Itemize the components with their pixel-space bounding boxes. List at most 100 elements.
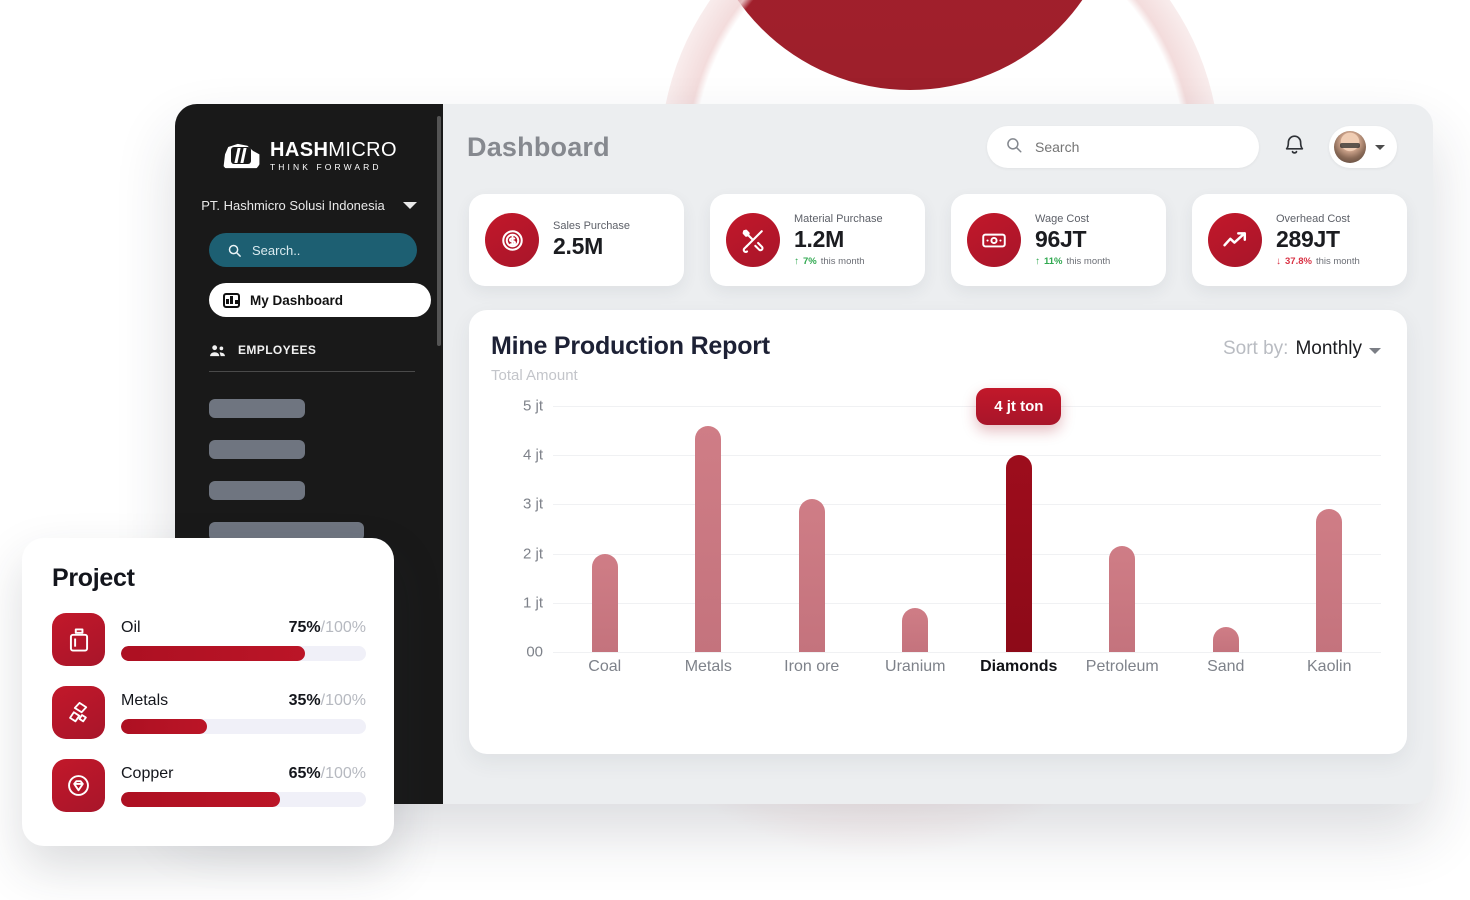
y-axis-tick: 3 jt — [522, 495, 543, 513]
project-row[interactable]: Metals 35%/100% — [52, 686, 366, 739]
chart-subtitle: Total Amount — [491, 367, 578, 384]
chart-bar-slot[interactable] — [1077, 406, 1167, 652]
chart-tooltip: 4 jt ton — [976, 388, 1062, 426]
kpi-delta-percent: 7% — [803, 256, 817, 267]
gridline — [553, 652, 1381, 653]
kpi-card-row: Sales Purchase 2.5M Material Purchase 1.… — [443, 194, 1433, 286]
chart-bar-slot[interactable] — [560, 406, 650, 652]
chart-bar[interactable] — [695, 425, 722, 652]
logo-wordmark: HASHMICRO — [270, 140, 397, 160]
kpi-label: Overhead Cost — [1276, 213, 1350, 225]
avatar — [1334, 131, 1366, 163]
search-icon — [227, 243, 242, 258]
global-search[interactable] — [987, 126, 1259, 168]
sidebar-scrollbar[interactable] — [437, 116, 441, 346]
x-axis-labels: Coal Metals Iron ore Uranium Diamonds Petrole… — [553, 658, 1381, 676]
kpi-value: 2.5M — [553, 233, 603, 259]
project-name: Copper — [121, 764, 174, 782]
kpi-card[interactable]: Overhead Cost 289JT ↓ 37.8% this month — [1192, 194, 1407, 286]
chart-plot-area: 5 jt 4 jt 3 jt 2 jt 1 jt 00 Coal Metals Iron or… — [491, 388, 1381, 740]
x-axis-label: Sand — [1207, 658, 1245, 675]
kpi-label: Material Purchase — [794, 213, 883, 225]
project-card: Project Oil 75%/100% Metals 35%/100% Cop… — [22, 538, 394, 846]
x-axis-label: Iron ore — [784, 658, 840, 675]
chart-title: Mine Production Report — [491, 332, 770, 360]
sidebar-section-label: EMPLOYEES — [238, 343, 317, 357]
company-selector[interactable]: PT. Hashmicro Solusi Indonesia — [175, 198, 443, 213]
y-axis: 5 jt 4 jt 3 jt 2 jt 1 jt 00 — [491, 398, 549, 661]
kpi-card[interactable]: Sales Purchase 2.5M — [469, 194, 684, 286]
dashboard-icon — [223, 292, 240, 308]
top-bar: Dashboard — [443, 104, 1433, 190]
kpi-delta-percent: 37.8% — [1285, 256, 1312, 267]
chart-bar-slot[interactable] — [767, 406, 857, 652]
kpi-delta-suffix: this month — [1066, 256, 1111, 267]
sidebar-item-label: My Dashboard — [250, 292, 344, 308]
logo-name-bold: HASH — [270, 139, 329, 162]
metal-bars-icon — [52, 686, 105, 739]
project-row[interactable]: Oil 75%/100% — [52, 613, 366, 666]
main-content: Dashboard Search Sales Purchase 2.5M Mat… — [443, 104, 1433, 804]
kpi-delta-suffix: this month — [1315, 256, 1360, 267]
kpi-card[interactable]: Material Purchase 1.2M ↑ 7% this month — [710, 194, 925, 286]
chart-bar[interactable] — [1212, 627, 1239, 652]
chevron-down-icon — [402, 202, 417, 209]
chart-bar[interactable] — [798, 499, 825, 652]
x-axis-label: Uranium — [885, 658, 946, 675]
chart-bar[interactable] — [1109, 546, 1136, 652]
chart-bar[interactable] — [1005, 455, 1032, 652]
project-progress-fill — [121, 645, 305, 661]
project-progress-track — [121, 718, 366, 734]
search-input[interactable] — [1035, 139, 1225, 155]
chart-bar-slot[interactable] — [1181, 406, 1271, 652]
chart-bar[interactable] — [1316, 509, 1343, 652]
company-name: PT. Hashmicro Solusi Indonesia — [201, 198, 385, 213]
trend-up-icon — [1208, 213, 1262, 267]
x-axis-label: Metals — [684, 658, 732, 675]
kpi-delta: ↑ 11% this month — [1035, 256, 1110, 267]
arrow-down-icon: ↓ — [1276, 256, 1281, 267]
y-axis-tick: 00 — [526, 643, 543, 661]
chart-bar-slot[interactable] — [870, 406, 960, 652]
sort-by-dropdown[interactable]: Sort by: Monthly — [1223, 332, 1381, 360]
logo-tagline: THINK FORWARD — [270, 162, 382, 173]
project-row[interactable]: Copper 65%/100% — [52, 759, 366, 812]
y-axis-tick: 5 jt — [522, 397, 543, 415]
hashmicro-logo-icon — [221, 140, 261, 172]
decorative-circle-top — [700, 0, 1120, 90]
bell-icon — [1284, 133, 1305, 161]
kpi-value: 96JT — [1035, 226, 1087, 252]
sidebar-item-my-dashboard[interactable]: My Dashboard — [209, 283, 431, 317]
chart-bar-slot[interactable] — [663, 406, 753, 652]
kpi-delta: ↓ 37.8% this month — [1276, 256, 1360, 267]
y-axis-tick: 2 jt — [522, 545, 543, 563]
sort-by-label: Sort by: — [1222, 338, 1289, 359]
project-name: Metals — [121, 691, 169, 709]
project-name: Oil — [121, 618, 141, 636]
kpi-label: Sales Purchase — [553, 220, 631, 232]
page-title: Dashboard — [467, 131, 610, 162]
kpi-card[interactable]: Wage Cost 96JT ↑ 11% this month — [951, 194, 1166, 286]
kpi-value: 1.2M — [794, 226, 844, 252]
project-percent: 65%/100% — [289, 765, 366, 783]
search-icon — [1005, 136, 1023, 159]
gem-circle-icon — [52, 759, 105, 812]
project-percent-value: 35% — [288, 691, 321, 709]
sidebar-section-employees[interactable]: EMPLOYEES — [209, 343, 415, 372]
sidebar-search-placeholder: Search.. — [252, 242, 301, 258]
notifications-button[interactable] — [1277, 130, 1311, 164]
project-percent: 75%/100% — [289, 619, 366, 637]
x-axis-label: Diamonds — [980, 658, 1058, 675]
chevron-down-icon — [1375, 144, 1385, 150]
banknote-icon — [967, 213, 1021, 267]
arrow-up-icon: ↑ — [794, 256, 799, 267]
chart-bar-slot[interactable] — [1284, 406, 1374, 652]
chart-bar[interactable] — [902, 607, 929, 652]
sidebar-search[interactable]: Search.. — [209, 233, 417, 267]
chart-bar[interactable] — [591, 553, 618, 652]
profile-menu[interactable] — [1329, 126, 1397, 168]
y-axis-tick: 4 jt — [522, 446, 543, 464]
chart-bar-slot[interactable] — [974, 406, 1064, 652]
project-progress-track — [121, 645, 366, 661]
kpi-delta: ↑ 7% this month — [794, 256, 883, 267]
